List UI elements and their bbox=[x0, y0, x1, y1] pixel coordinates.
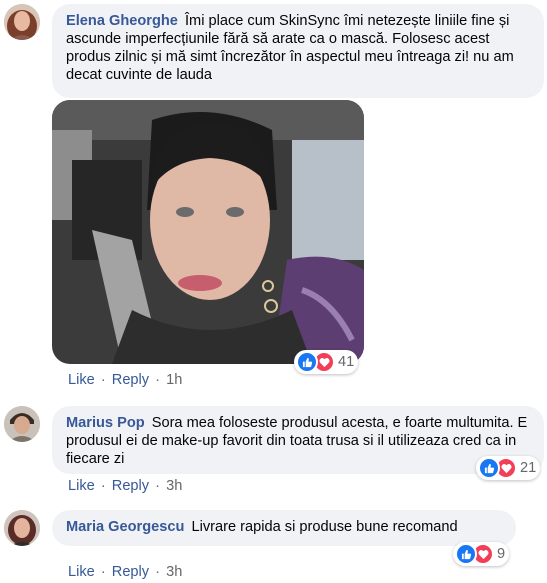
reactions-summary[interactable]: 21 bbox=[476, 456, 541, 480]
reaction-count: 9 bbox=[497, 546, 506, 562]
comment-actions: Like · Reply · 1h bbox=[68, 372, 182, 388]
comment-bubble: Maria Georgescu Livrare rapida si produs… bbox=[52, 510, 516, 546]
like-icon bbox=[296, 351, 318, 373]
comment-bubble: Marius Pop Sora mea foloseste produsul a… bbox=[52, 406, 544, 474]
reaction-count: 21 bbox=[520, 460, 537, 476]
separator: · bbox=[155, 478, 161, 494]
separator: · bbox=[100, 372, 106, 388]
like-link[interactable]: Like bbox=[68, 478, 95, 494]
avatar[interactable] bbox=[4, 510, 40, 546]
comment-actions: Like · Reply · 3h bbox=[68, 564, 182, 580]
comment-author[interactable]: Maria Georgescu bbox=[66, 519, 184, 535]
reply-link[interactable]: Reply bbox=[112, 372, 149, 388]
avatar[interactable] bbox=[4, 4, 40, 40]
separator: · bbox=[155, 564, 161, 580]
separator: · bbox=[100, 564, 106, 580]
avatar[interactable] bbox=[4, 406, 40, 442]
comment-bubble: Elena Gheorghe Îmi place cum SkinSync îm… bbox=[52, 4, 544, 98]
timestamp[interactable]: 1h bbox=[166, 372, 182, 388]
like-icon bbox=[455, 543, 477, 565]
like-link[interactable]: Like bbox=[68, 564, 95, 580]
reactions-summary[interactable]: 9 bbox=[453, 542, 510, 566]
reply-link[interactable]: Reply bbox=[112, 478, 149, 494]
timestamp[interactable]: 3h bbox=[166, 478, 182, 494]
timestamp[interactable]: 3h bbox=[166, 564, 182, 580]
like-icon bbox=[478, 457, 500, 479]
separator: · bbox=[100, 478, 106, 494]
comment-actions: Like · Reply · 3h bbox=[68, 478, 182, 494]
reactions-summary[interactable]: 41 bbox=[294, 350, 359, 374]
like-link[interactable]: Like bbox=[68, 372, 95, 388]
comment-author[interactable]: Elena Gheorghe bbox=[66, 13, 178, 29]
comment-photo[interactable] bbox=[52, 100, 364, 364]
reaction-count: 41 bbox=[338, 354, 355, 370]
comment-author[interactable]: Marius Pop bbox=[66, 415, 145, 431]
separator: · bbox=[155, 372, 161, 388]
comment-text: Livrare rapida si produse bune recomand bbox=[191, 519, 458, 535]
reply-link[interactable]: Reply bbox=[112, 564, 149, 580]
